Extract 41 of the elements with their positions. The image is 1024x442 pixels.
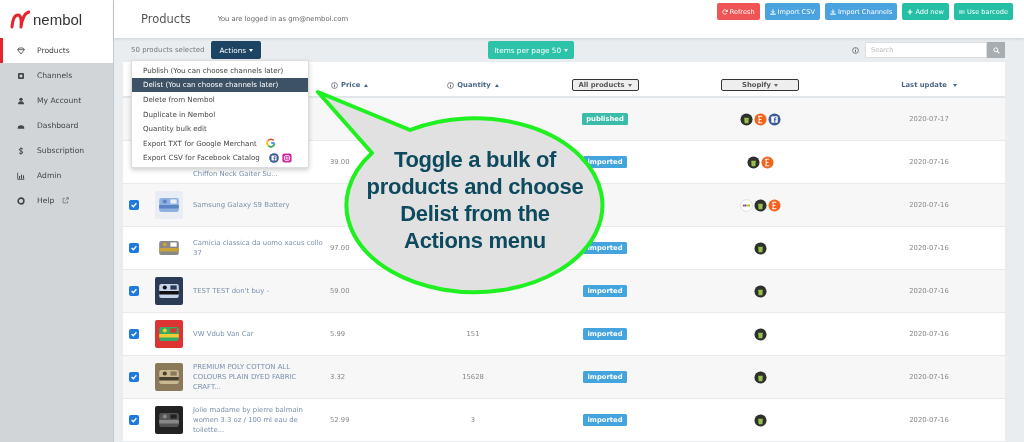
- facebook-icon: [268, 152, 279, 163]
- etsy-icon: [767, 198, 781, 212]
- row-checkbox[interactable]: [129, 415, 139, 425]
- logo-text: nembol: [33, 10, 83, 28]
- callout-text: Toggle a bulk of products and choose Delist from the Actions menu: [365, 146, 585, 254]
- dollar-icon: [17, 146, 25, 155]
- shopping-bag-icon: [753, 284, 767, 298]
- ebay-icon: [739, 198, 753, 212]
- user-icon: [17, 96, 25, 105]
- row-checkbox[interactable]: [129, 329, 139, 339]
- refresh-icon: [721, 8, 728, 15]
- barcode-icon: [958, 8, 965, 15]
- page-title: Products: [141, 12, 191, 26]
- info-icon: [331, 81, 338, 89]
- plus-icon: [907, 8, 914, 15]
- shopping-bag-icon: [746, 155, 760, 169]
- shopping-bag-icon: [753, 241, 767, 255]
- channels-icon: [17, 71, 25, 80]
- row-checkbox[interactable]: [129, 200, 139, 210]
- row-checkbox[interactable]: [129, 243, 139, 253]
- info-icon: [852, 46, 859, 54]
- shopping-bag-icon: [739, 112, 753, 126]
- gem-icon: [17, 46, 25, 55]
- download-icon: [769, 8, 776, 15]
- shopping-bag-icon: [753, 327, 767, 341]
- facebook-icon: [767, 112, 781, 126]
- etsy-icon: [760, 155, 774, 169]
- search-icon: [992, 46, 1000, 54]
- instagram-icon: [281, 152, 292, 163]
- lifebuoy-icon: [17, 196, 25, 205]
- chart-icon: [17, 171, 25, 180]
- shopping-bag-icon: [753, 198, 767, 212]
- row-checkbox[interactable]: [129, 286, 139, 296]
- download-icon: [829, 8, 836, 15]
- info-icon: [447, 81, 455, 89]
- logo-icon: [10, 9, 30, 29]
- shopping-bag-icon: [753, 370, 767, 384]
- shopping-bag-icon: [753, 413, 767, 427]
- row-checkbox[interactable]: [129, 372, 139, 382]
- etsy-icon: [753, 112, 767, 126]
- google-icon: [265, 138, 276, 149]
